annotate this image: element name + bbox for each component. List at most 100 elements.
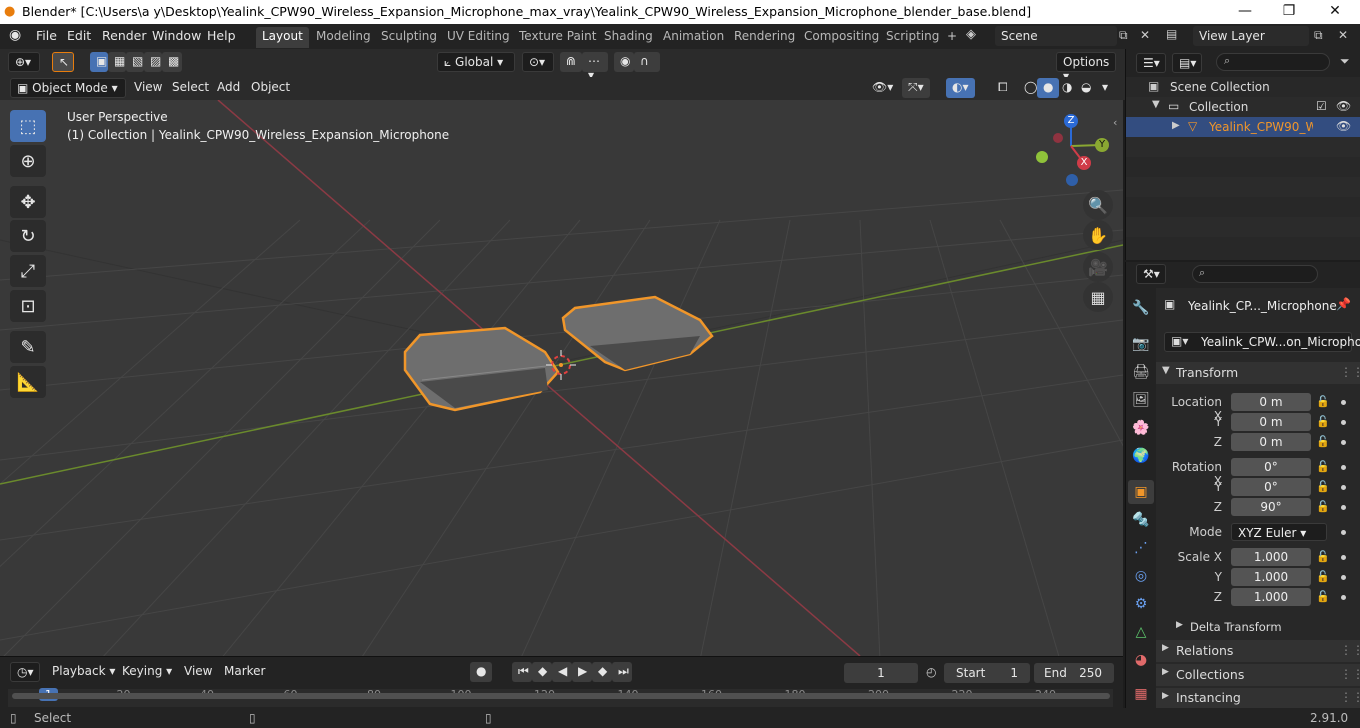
menu-edit[interactable]: Edit [67, 28, 91, 43]
menu-select[interactable]: Select [166, 78, 215, 98]
lock-icon[interactable]: 🔓 [1316, 500, 1330, 513]
expand-arrow-icon[interactable]: ▼ [1152, 99, 1160, 110]
tab-texture-paint[interactable]: Texture Paint [513, 27, 602, 48]
tab-layout[interactable]: Layout [256, 27, 309, 48]
lock-icon[interactable]: 🔓 [1316, 415, 1330, 428]
clock-icon[interactable]: ◴ [926, 665, 936, 679]
editor-type-icon[interactable]: ⊕▾ [8, 52, 40, 72]
rotation-x-field[interactable]: 0° [1231, 458, 1311, 476]
measure-tool-icon[interactable]: 📐 [10, 366, 46, 398]
gizmo-x-axis[interactable]: X [1077, 156, 1091, 170]
remove-scene-icon[interactable]: ✕ [1140, 28, 1150, 42]
menu-timeline-view[interactable]: View [178, 662, 218, 682]
lock-icon[interactable]: 🔓 [1316, 460, 1330, 473]
select-box-tool-icon[interactable]: ⬚ [10, 110, 46, 142]
location-y-field[interactable]: 0 m [1231, 413, 1311, 431]
play-reverse-icon[interactable]: ◀ [552, 662, 572, 682]
menu-view[interactable]: View [128, 78, 168, 98]
pan-hand-icon[interactable]: ✋ [1083, 220, 1113, 250]
menu-playback[interactable]: Playback ▾ [46, 662, 121, 682]
scale-y-field[interactable]: 1.000 [1231, 568, 1311, 586]
scene-tab-icon[interactable]: 🌸 [1128, 416, 1154, 440]
display-mode-icon[interactable]: ▤▾ [1172, 53, 1202, 73]
scene-icon[interactable]: ◈ [966, 27, 976, 42]
menu-render[interactable]: Render [102, 28, 147, 43]
drag-handle-icon[interactable]: ⋮⋮ [1340, 365, 1360, 379]
lock-icon[interactable]: 🔓 [1316, 480, 1330, 493]
view-layer-tab-icon[interactable]: 🖼 [1128, 388, 1154, 412]
proportional-edit-icon[interactable]: ◉ [614, 52, 634, 72]
location-z-field[interactable]: 0 m [1231, 433, 1311, 451]
orthographic-grid-icon[interactable]: ▦ [1083, 282, 1113, 312]
physics-tab-icon[interactable]: ◎ [1128, 564, 1154, 588]
scale-z-field[interactable]: 1.000 [1231, 588, 1311, 606]
view-layer-icon[interactable]: ▤ [1166, 27, 1177, 41]
blender-menu-icon[interactable]: ◉ [9, 27, 21, 43]
play-icon[interactable]: ▶ [572, 662, 592, 682]
menu-object[interactable]: Object [245, 78, 296, 98]
tab-uv-editing[interactable]: UV Editing [441, 27, 516, 48]
collections-panel-header[interactable]: ▶ Collections ⋮⋮ [1156, 664, 1360, 686]
select-mode-new-icon[interactable]: ▣ [90, 52, 108, 72]
menu-keying[interactable]: Keying ▾ [116, 662, 178, 682]
camera-view-icon[interactable]: 🎥 [1083, 252, 1113, 282]
overlay-toggle-icon[interactable]: ◐▾ [946, 78, 975, 98]
keyframe-dot-icon[interactable] [1341, 485, 1346, 490]
keyframe-dot-icon[interactable] [1341, 465, 1346, 470]
keyframe-dot-icon[interactable] [1341, 420, 1346, 425]
transform-tool-icon[interactable]: ⊡ [10, 290, 46, 322]
rendered-shading-icon[interactable]: ◒ [1075, 78, 1097, 98]
menu-file[interactable]: File [36, 28, 57, 43]
keyframe-dot-icon[interactable] [1341, 505, 1346, 510]
close-window-button[interactable]: ✕ [1312, 0, 1358, 24]
texture-tab-icon[interactable]: ▦ [1128, 682, 1154, 706]
rotation-mode-dropdown[interactable]: XYZ Euler ▾ [1231, 523, 1327, 541]
collapse-arrow-icon[interactable]: ▶ [1172, 120, 1180, 131]
instancing-panel-header[interactable]: ▶ Instancing ⋮⋮ [1156, 688, 1360, 708]
pivot-point-icon[interactable]: ⊙▾ [522, 52, 554, 72]
keyframe-dot-icon[interactable] [1341, 555, 1346, 560]
tool-tab-icon[interactable]: 🔧 [1128, 296, 1154, 320]
scale-tool-icon[interactable]: ⤢ [10, 255, 46, 287]
rotation-y-field[interactable]: 0° [1231, 478, 1311, 496]
tab-rendering[interactable]: Rendering [728, 27, 801, 48]
keyframe-dot-icon[interactable] [1341, 440, 1346, 445]
menu-window[interactable]: Window [152, 28, 201, 43]
prev-keyframe-icon[interactable]: ◆ [532, 662, 552, 682]
jump-end-icon[interactable]: ⏭ [612, 662, 632, 682]
timeline-editor-type-icon[interactable]: ◷▾ [10, 662, 40, 682]
snap-target-icon[interactable]: ⋯▾ [582, 52, 608, 82]
visibility-icon[interactable]: 👁▾ [866, 78, 899, 98]
pin-icon[interactable]: 📌 [1336, 297, 1351, 311]
remove-view-layer-icon[interactable]: ✕ [1338, 28, 1348, 42]
minimize-button[interactable]: — [1222, 0, 1268, 24]
tab-modeling[interactable]: Modeling [310, 27, 377, 48]
select-mode-invert-icon[interactable]: ▨ [144, 52, 162, 72]
location-x-field[interactable]: 0 m [1231, 393, 1311, 411]
modifier-tab-icon[interactable]: 🔩 [1128, 508, 1154, 532]
filter-icon[interactable]: ⏷ [1340, 54, 1350, 69]
select-mode-subtract-icon[interactable]: ▧ [126, 52, 144, 72]
keyframe-dot-icon[interactable] [1341, 595, 1346, 600]
view-layer-field[interactable]: View Layer [1193, 26, 1309, 46]
menu-help[interactable]: Help [207, 28, 236, 43]
zoom-icon[interactable]: 🔍 [1083, 190, 1113, 220]
select-tool-icon[interactable]: ↖ [52, 52, 74, 72]
tab-animation[interactable]: Animation [657, 27, 730, 48]
object-datablock-field[interactable]: ▣▾ Yealink_CPW...on_Microphone [1164, 332, 1360, 352]
scene-field[interactable]: Scene [995, 26, 1117, 46]
scale-x-field[interactable]: 1.000 [1231, 548, 1311, 566]
rotate-tool-icon[interactable]: ↻ [10, 220, 46, 252]
eye-icon[interactable]: 👁 [1336, 99, 1351, 113]
constraints-tab-icon[interactable]: ⚙ [1128, 592, 1154, 616]
xray-icon[interactable]: ⧠ [992, 78, 1014, 98]
outliner-search-input[interactable] [1216, 53, 1330, 71]
timeline-scrollbar[interactable] [12, 693, 1110, 699]
tab-compositing[interactable]: Compositing [798, 27, 885, 48]
keyframe-dot-icon[interactable] [1341, 400, 1346, 405]
mode-dropdown[interactable]: ▣ Object Mode ▾ [10, 78, 126, 98]
outliner-row-scene-collection[interactable]: ▣ Scene Collection [1126, 77, 1360, 97]
select-mode-extend-icon[interactable]: ▦ [108, 52, 126, 72]
cursor-tool-icon[interactable]: ⊕ [10, 145, 46, 177]
keyframe-dot-icon[interactable] [1341, 575, 1346, 580]
